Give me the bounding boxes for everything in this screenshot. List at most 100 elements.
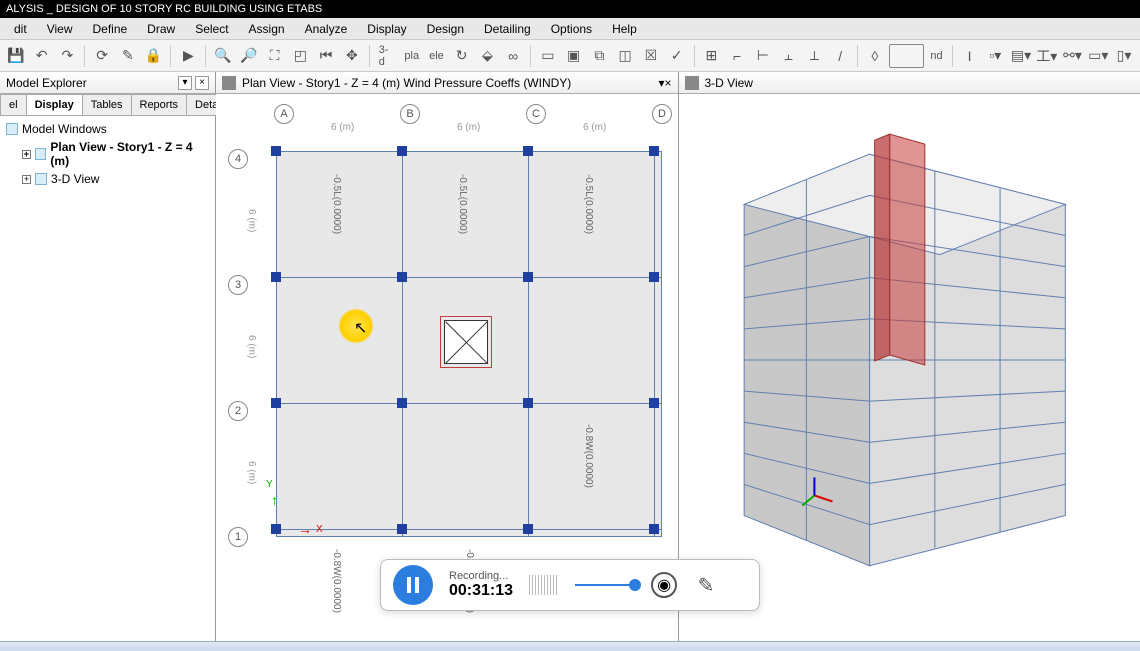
frame-dd-icon[interactable]: ▫▾: [983, 44, 1007, 68]
hide-icon[interactable]: ☒: [639, 44, 663, 68]
view-icon: [35, 148, 47, 160]
hatch-dd-icon[interactable]: ▤▾: [1009, 44, 1033, 68]
pan-icon[interactable]: ✥: [340, 44, 364, 68]
column-node[interactable]: [271, 272, 281, 282]
tab-tables[interactable]: Tables: [82, 94, 132, 115]
menu-draw[interactable]: Draw: [137, 19, 185, 39]
column-node[interactable]: [271, 524, 281, 534]
x-axis-label: X: [316, 524, 323, 535]
ibeam-dd-icon[interactable]: 工▾: [1035, 44, 1059, 68]
expand-icon[interactable]: +: [22, 175, 31, 184]
snap-line-icon[interactable]: /: [828, 44, 852, 68]
column-node[interactable]: [523, 524, 533, 534]
column-node[interactable]: [649, 272, 659, 282]
menu-detailing[interactable]: Detailing: [474, 19, 541, 39]
annotate-icon[interactable]: ✎: [693, 572, 719, 598]
folder-icon: [6, 123, 18, 135]
column-node[interactable]: [649, 146, 659, 156]
tab-model[interactable]: el: [0, 94, 27, 115]
menu-assign[interactable]: Assign: [239, 19, 295, 39]
x-axis-icon: →: [298, 521, 312, 537]
menu-edit[interactable]: dit: [4, 19, 37, 39]
zoom-out-icon[interactable]: 🔎: [237, 44, 261, 68]
menu-help[interactable]: Help: [602, 19, 647, 39]
y-axis-label: Y: [266, 479, 273, 490]
column-node[interactable]: [271, 146, 281, 156]
snap-perp-icon[interactable]: ⟂: [803, 44, 827, 68]
extrude-icon[interactable]: ⧉: [588, 44, 612, 68]
redo-icon[interactable]: ↷: [56, 44, 80, 68]
view-plan-label[interactable]: pla: [400, 50, 423, 62]
tab-display[interactable]: Display: [26, 94, 83, 115]
grid-label-a: A: [274, 104, 294, 124]
tree-plan-view[interactable]: + Plan View - Story1 - Z = 4 (m): [6, 138, 209, 170]
gridline: [276, 403, 662, 404]
object-icon[interactable]: ▭: [536, 44, 560, 68]
snap-int-icon[interactable]: ⫠: [777, 44, 801, 68]
column-node[interactable]: [523, 146, 533, 156]
view-3d-label[interactable]: 3-d: [375, 44, 399, 68]
menu-design[interactable]: Design: [417, 19, 474, 39]
column-node[interactable]: [649, 524, 659, 534]
menu-view[interactable]: View: [37, 19, 83, 39]
perspective-icon[interactable]: ⬙: [476, 44, 500, 68]
screen-recorder-overlay[interactable]: Recording... 00:31:13 ◉ ✎: [380, 559, 760, 611]
zoom-prev-icon[interactable]: ⏮: [314, 44, 338, 68]
fill-icon[interactable]: ◫: [613, 44, 637, 68]
view-type-icon: [222, 76, 236, 90]
expand-icon[interactable]: +: [22, 150, 31, 159]
column-node[interactable]: [397, 398, 407, 408]
column-node[interactable]: [271, 398, 281, 408]
plan-view-viewport: Plan View - Story1 - Z = 4 (m) Wind Pres…: [216, 72, 679, 641]
undo-icon[interactable]: ↶: [30, 44, 54, 68]
box-icon[interactable]: [889, 44, 925, 68]
zoom-fit-icon[interactable]: ⛶: [263, 44, 287, 68]
pencil-icon[interactable]: ✎: [116, 44, 140, 68]
webcam-icon[interactable]: ◉: [651, 572, 677, 598]
close-icon[interactable]: ×: [664, 76, 671, 90]
menu-analyze[interactable]: Analyze: [295, 19, 358, 39]
column-node[interactable]: [523, 398, 533, 408]
save-icon[interactable]: 💾: [4, 44, 28, 68]
dropdown-icon[interactable]: ▾: [178, 76, 192, 90]
column-node[interactable]: [649, 398, 659, 408]
refresh-icon[interactable]: ⟳: [90, 44, 114, 68]
snap-mid-icon[interactable]: ⊢: [751, 44, 775, 68]
goggles-icon[interactable]: ∞: [501, 44, 525, 68]
column-node[interactable]: [397, 272, 407, 282]
menu-define[interactable]: Define: [82, 19, 137, 39]
shrink-icon[interactable]: ▣: [562, 44, 586, 68]
zoom-in-icon[interactable]: 🔍: [211, 44, 235, 68]
tree-3d-view[interactable]: + 3-D View: [6, 170, 209, 188]
nd-label[interactable]: nd: [926, 50, 946, 62]
tree-root[interactable]: Model Windows: [6, 120, 209, 138]
load-annotation: -0.5L(0.0000): [331, 174, 342, 234]
rotate-icon[interactable]: ↻: [450, 44, 474, 68]
column-node[interactable]: [523, 272, 533, 282]
wall-element[interactable]: [444, 320, 488, 364]
volume-slider[interactable]: [575, 584, 635, 586]
wall-dd-icon[interactable]: ▯▾: [1112, 44, 1136, 68]
check-icon[interactable]: ✓: [665, 44, 689, 68]
pause-button[interactable]: [393, 565, 433, 605]
snap-icon[interactable]: ⊞: [700, 44, 724, 68]
column-node[interactable]: [397, 146, 407, 156]
menu-select[interactable]: Select: [185, 19, 238, 39]
menu-options[interactable]: Options: [541, 19, 602, 39]
column-node[interactable]: [397, 524, 407, 534]
close-icon[interactable]: ×: [195, 76, 209, 90]
model-explorer-panel: Model Explorer ▾ × el Display Tables Rep…: [0, 72, 216, 641]
slab-dd-icon[interactable]: ▭▾: [1086, 44, 1110, 68]
menu-display[interactable]: Display: [357, 19, 416, 39]
lock-icon[interactable]: 🔒: [142, 44, 166, 68]
window-title: ALYSIS _ DESIGN OF 10 STORY RC BUILDING …: [6, 3, 322, 15]
snap-end-icon[interactable]: ⌐: [725, 44, 749, 68]
view-ele-label[interactable]: ele: [425, 50, 448, 62]
tab-reports[interactable]: Reports: [131, 94, 188, 115]
link-dd-icon[interactable]: ⚯▾: [1061, 44, 1085, 68]
zoom-window-icon[interactable]: ◰: [288, 44, 312, 68]
grid-label-2: 2: [228, 401, 248, 421]
run-icon[interactable]: ▶: [176, 44, 200, 68]
text-icon[interactable]: I: [958, 44, 982, 68]
reshape-icon[interactable]: ◊: [863, 44, 887, 68]
